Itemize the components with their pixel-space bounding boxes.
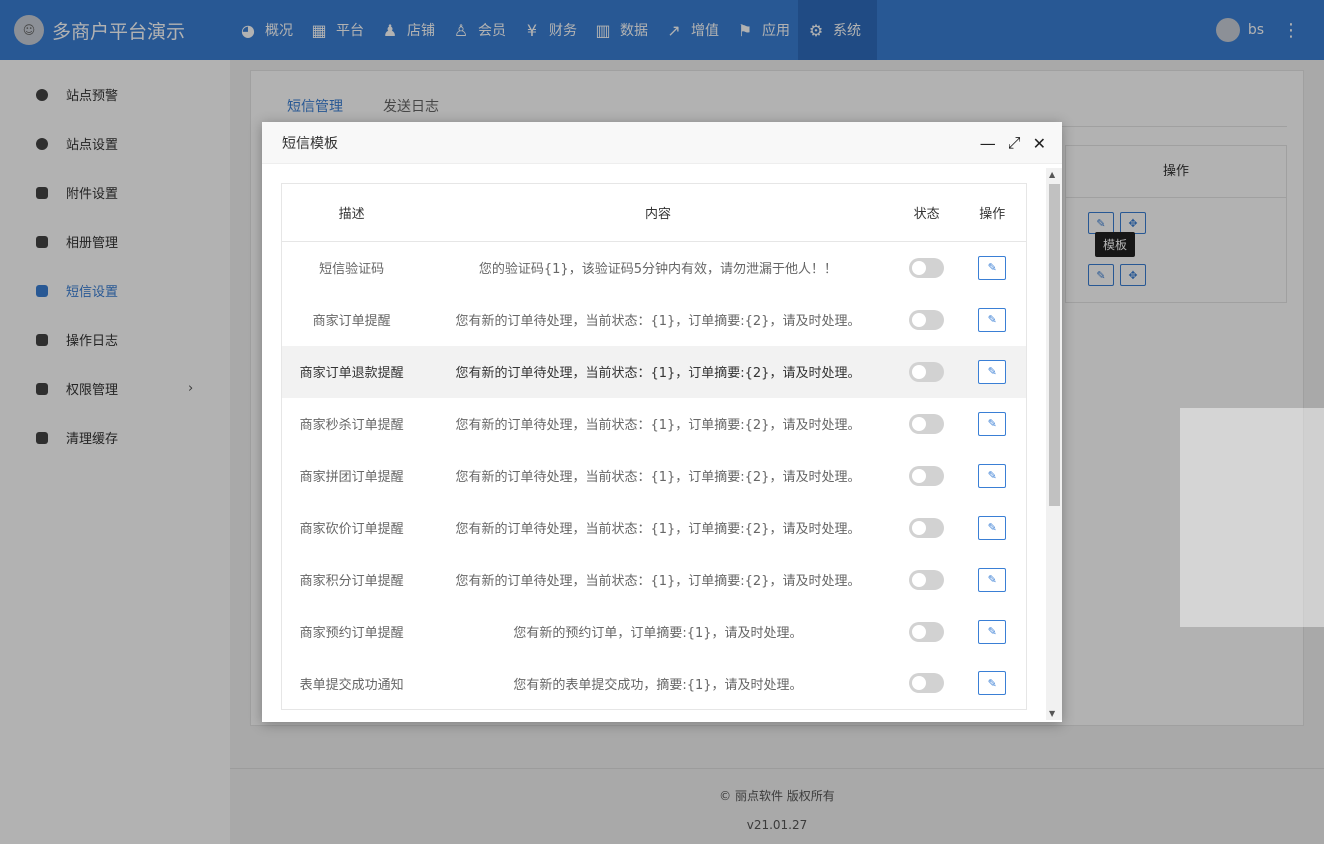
pencil-icon: ✎ <box>987 676 997 690</box>
row-state-cell <box>895 398 959 450</box>
row-content: 您有新的订单待处理，当前状态：{1}，订单摘要:{2}，请及时处理。 <box>421 345 895 398</box>
row-op-cell: ✎ <box>959 450 1027 502</box>
dialog-header: 短信模板 — ⤢ ✕ <box>262 122 1062 164</box>
row-op-cell: ✎ <box>959 294 1027 346</box>
dialog-tools: — ⤢ ✕ <box>968 122 1046 164</box>
pencil-icon: ✎ <box>987 261 997 275</box>
overlay-ghost-panel <box>1180 408 1324 627</box>
edit-button[interactable]: ✎ <box>978 411 1007 436</box>
edit-button[interactable]: ✎ <box>978 359 1007 384</box>
pencil-icon: ✎ <box>987 417 997 430</box>
pencil-icon: ✎ <box>987 521 997 534</box>
row-op-cell: ✎ <box>958 345 1027 398</box>
row-state-cell <box>895 502 959 554</box>
edit-button[interactable]: ✎ <box>978 307 1007 332</box>
row-state-cell <box>895 242 959 294</box>
row-desc: 商家预约订单提醒 <box>299 626 404 641</box>
row-desc: 表单提交成功通知 <box>299 677 404 693</box>
row-content: 您有新的订单待处理，当前状态：{1}，订单摘要:{2}，请及时处理。 <box>455 522 861 537</box>
row-op-cell: ✎ <box>959 554 1027 606</box>
row-content: 您有新的订单待处理，当前状态：{1}，订单摘要:{2}，请及时处理。 <box>455 314 861 329</box>
row-state-cell <box>895 606 959 658</box>
pencil-icon: ✎ <box>987 365 997 378</box>
pencil-icon: ✎ <box>987 573 997 586</box>
table-row: 表单提交成功通知 您有新的表单提交成功，摘要:{1}，请及时处理。 ✎ <box>282 658 1027 710</box>
table-row: 商家积分订单提醒 您有新的订单待处理，当前状态：{1}，订单摘要:{2}，请及时处… <box>282 554 1027 606</box>
row-content: 您有新的订单待处理，当前状态：{1}，订单摘要:{2}，请及时处理。 <box>455 470 861 485</box>
pencil-icon: ✎ <box>987 625 997 638</box>
table-row: 商家预约订单提醒 您有新的预约订单，订单摘要:{1}，请及时处理。 ✎ <box>282 606 1027 658</box>
row-op-cell: ✎ <box>959 242 1027 294</box>
row-state-cell <box>895 450 959 502</box>
column-header-desc: 描述 <box>281 183 422 242</box>
column-header-op: 操作 <box>958 183 1027 242</box>
row-desc: 商家积分订单提醒 <box>299 574 404 589</box>
minimize-icon[interactable]: — <box>980 134 996 153</box>
status-toggle[interactable] <box>909 517 945 538</box>
table-row: 商家订单提醒 您有新的订单待处理，当前状态：{1}，订单摘要:{2}，请及时处理。… <box>282 294 1027 346</box>
scrollbar-thumb[interactable] <box>1049 184 1060 506</box>
sms-template-dialog: 短信模板 — ⤢ ✕ 描述 内容 状态 操作 短信验证码 您的验证码{1}，该验证… <box>262 122 1062 722</box>
table-row: 商家砍价订单提醒 您有新的订单待处理，当前状态：{1}，订单摘要:{2}，请及时处… <box>282 502 1027 554</box>
row-desc: 商家订单提醒 <box>312 314 391 329</box>
row-state-cell <box>895 294 959 346</box>
status-toggle[interactable] <box>909 257 945 278</box>
pencil-icon: ✎ <box>987 313 997 326</box>
edit-button[interactable]: ✎ <box>978 671 1007 696</box>
table-row: 商家秒杀订单提醒 您有新的订单待处理，当前状态：{1}，订单摘要:{2}，请及时处… <box>282 398 1027 450</box>
table-row: 商家拼团订单提醒 您有新的订单待处理，当前状态：{1}，订单摘要:{2}，请及时处… <box>282 450 1027 502</box>
table-header-row: 描述 内容 状态 操作 <box>281 183 1027 242</box>
status-toggle[interactable] <box>909 309 945 330</box>
close-icon[interactable]: ✕ <box>1033 134 1046 153</box>
maximize-icon[interactable]: ⤢ <box>1008 133 1021 153</box>
row-content: 您有新的订单待处理，当前状态：{1}，订单摘要:{2}，请及时处理。 <box>455 418 861 433</box>
row-desc: 商家订单退款提醒 <box>281 345 422 398</box>
scroll-up-icon[interactable]: ▲ <box>1049 170 1055 179</box>
row-desc: 商家拼团订单提醒 <box>299 470 404 485</box>
row-state-cell <box>894 345 959 398</box>
column-header-content: 内容 <box>421 183 895 242</box>
row-desc: 商家秒杀订单提醒 <box>299 418 404 433</box>
table-row: 商家订单退款提醒 您有新的订单待处理，当前状态：{1}，订单摘要:{2}，请及时处… <box>281 345 1027 398</box>
status-toggle[interactable] <box>909 673 945 694</box>
dialog-title: 短信模板 <box>282 135 338 152</box>
row-content: 您有新的预约订单，订单摘要:{1}，请及时处理。 <box>513 626 803 641</box>
scrollbar[interactable]: ▲ ▼ <box>1046 168 1062 720</box>
row-desc: 商家砍价订单提醒 <box>299 522 404 537</box>
status-toggle[interactable] <box>909 361 945 382</box>
row-state-cell <box>895 554 959 606</box>
edit-button[interactable]: ✎ <box>978 567 1007 592</box>
edit-button[interactable]: ✎ <box>978 463 1007 488</box>
row-content: 您有新的表单提交成功，摘要:{1}，请及时处理。 <box>513 677 803 693</box>
pencil-icon: ✎ <box>987 469 997 482</box>
column-header-state: 状态 <box>894 183 959 242</box>
edit-button[interactable]: ✎ <box>978 255 1007 280</box>
status-toggle[interactable] <box>909 569 945 590</box>
edit-button[interactable]: ✎ <box>978 619 1007 644</box>
row-op-cell: ✎ <box>959 658 1027 710</box>
status-toggle[interactable] <box>909 621 945 642</box>
row-content: 您有新的订单待处理，当前状态：{1}，订单摘要:{2}，请及时处理。 <box>455 574 861 589</box>
row-state-cell <box>895 658 959 710</box>
dialog-body: 描述 内容 状态 操作 短信验证码 您的验证码{1}，该验证码5分钟内有效，请勿泄… <box>262 164 1062 722</box>
edit-button[interactable]: ✎ <box>978 515 1007 540</box>
template-table: 描述 内容 状态 操作 短信验证码 您的验证码{1}，该验证码5分钟内有效，请勿泄… <box>281 183 1027 710</box>
status-toggle[interactable] <box>909 465 945 486</box>
row-content: 您的验证码{1}，该验证码5分钟内有效，请勿泄漏于他人！！ <box>478 262 837 278</box>
row-op-cell: ✎ <box>959 398 1027 450</box>
row-desc: 短信验证码 <box>319 262 385 278</box>
table-row: 短信验证码 您的验证码{1}，该验证码5分钟内有效，请勿泄漏于他人！！ ✎ <box>282 242 1027 294</box>
row-op-cell: ✎ <box>959 502 1027 554</box>
scroll-down-icon[interactable]: ▼ <box>1049 709 1055 718</box>
status-toggle[interactable] <box>909 413 945 434</box>
row-op-cell: ✎ <box>959 606 1027 658</box>
